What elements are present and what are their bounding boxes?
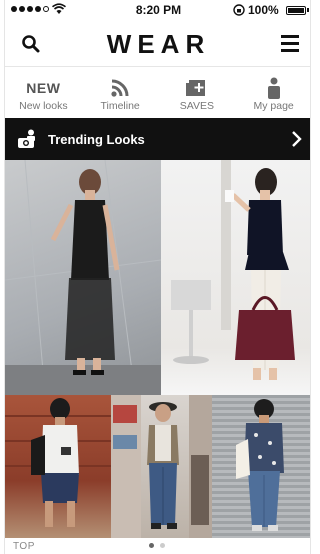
nav-item-saves[interactable]: SAVES: [159, 67, 236, 118]
look-photo-3[interactable]: [5, 395, 111, 538]
page-dot: [160, 543, 165, 548]
status-bar: 8:20 PM 100%: [5, 0, 310, 20]
nav-item-my-page[interactable]: My page: [235, 67, 310, 118]
nav-label: My page: [253, 100, 294, 112]
look-photo-5-image: [236, 399, 284, 531]
look-photo-1-image: [5, 160, 161, 395]
top-link[interactable]: TOP: [13, 541, 35, 552]
look-photo-2-image: [171, 160, 295, 380]
saves-add-icon: [185, 80, 205, 96]
battery-icon: [286, 6, 306, 15]
app-header: WEAR: [5, 24, 310, 64]
orientation-lock-icon: [233, 4, 245, 16]
look-photo-5[interactable]: [212, 395, 310, 538]
page-indicator: [149, 543, 165, 548]
app-screen: 8:20 PM 100% WEAR NEW New looks Timeline…: [4, 0, 311, 554]
battery-tip: [307, 8, 309, 12]
rss-icon: [111, 79, 129, 97]
battery-percent: 100%: [248, 3, 279, 17]
bottom-bar: TOP: [5, 538, 310, 554]
hamburger-menu-icon[interactable]: [281, 35, 299, 52]
look-photo-4-image: [111, 395, 212, 538]
brand-logo[interactable]: WEAR: [5, 29, 310, 60]
page-dot-active: [149, 543, 154, 548]
trending-looks-title: Trending Looks: [48, 132, 145, 147]
main-nav: NEW New looks Timeline SAVES My page: [5, 66, 310, 118]
look-photo-2[interactable]: [161, 160, 310, 395]
nav-label: Timeline: [100, 100, 140, 112]
new-badge-icon: NEW: [26, 80, 61, 96]
look-photo-3-image: [5, 398, 111, 527]
looks-grid: [5, 160, 310, 538]
trending-looks-bar[interactable]: Trending Looks: [5, 118, 310, 160]
look-photo-1[interactable]: [5, 160, 161, 395]
nav-item-new-looks[interactable]: NEW New looks: [5, 67, 82, 118]
nav-item-timeline[interactable]: Timeline: [82, 67, 159, 118]
camera-people-icon: [18, 129, 35, 148]
look-photo-4[interactable]: [111, 395, 212, 538]
nav-label: SAVES: [179, 100, 214, 112]
person-icon: [267, 77, 280, 99]
chevron-right-icon[interactable]: [291, 130, 303, 148]
nav-label: New looks: [19, 100, 68, 112]
